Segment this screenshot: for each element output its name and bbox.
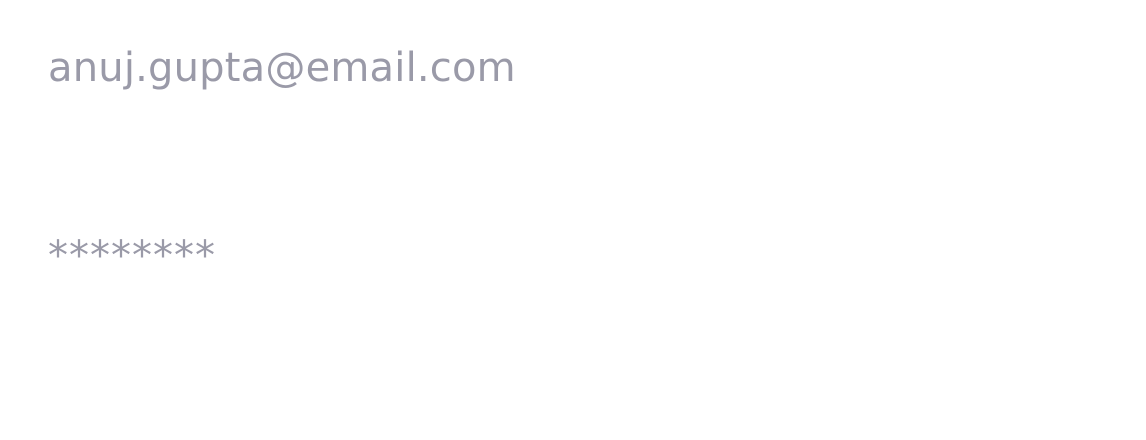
password-field[interactable]: ******** — [48, 228, 1048, 284]
email-field[interactable]: anuj.gupta@email.com — [48, 40, 1048, 96]
login-form: anuj.gupta@email.com ******** — [0, 0, 1146, 440]
